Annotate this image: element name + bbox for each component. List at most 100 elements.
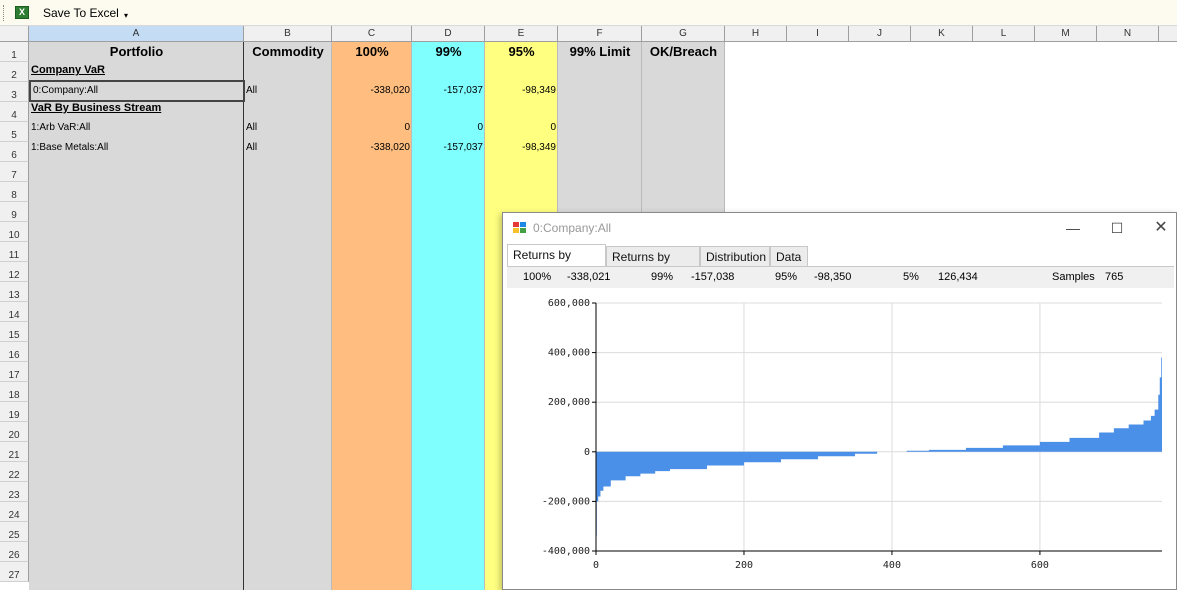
tab-distribution[interactable]: Distribution	[700, 246, 770, 267]
col-header-j[interactable]: J	[849, 26, 911, 42]
col-header-b[interactable]: B	[244, 26, 332, 42]
chevron-down-icon[interactable]: ▾	[124, 11, 128, 20]
header-commodity[interactable]: Commodity	[244, 42, 332, 62]
cell-c6[interactable]: -338,020	[332, 138, 412, 158]
row-header-8[interactable]: 8	[0, 182, 29, 202]
close-icon[interactable]: ✕	[1146, 217, 1176, 239]
minimize-icon[interactable]: —	[1058, 217, 1088, 239]
row-header-12[interactable]: 12	[0, 262, 29, 282]
cell-a6[interactable]: 1:Base Metals:All	[29, 138, 244, 158]
row-header-18[interactable]: 18	[0, 382, 29, 402]
window-title: 0:Company:All	[533, 221, 612, 235]
row-header-27[interactable]: 27	[0, 562, 29, 582]
col-header-m[interactable]: M	[1035, 26, 1097, 42]
header-99-limit[interactable]: 99% Limit	[558, 42, 642, 62]
row-header-15[interactable]: 15	[0, 322, 29, 342]
chart-window: 0:Company:All — ☐ ✕ Returns by Value Ret…	[502, 212, 1177, 590]
row-header-2[interactable]: 2	[0, 62, 29, 82]
stats-bar: 100% -338,021 99% -157,038 95% -98,350 5…	[507, 266, 1174, 288]
header-ok-breach[interactable]: OK/Breach	[642, 42, 725, 62]
cell-b6[interactable]: All	[244, 138, 332, 158]
stat-100-label: 100%	[523, 271, 552, 283]
cell-a5[interactable]: 1:Arb VaR:All	[29, 118, 244, 138]
stat-99-label: 99%	[651, 271, 674, 283]
row-header-26[interactable]: 26	[0, 542, 29, 562]
col-header-e[interactable]: E	[485, 26, 558, 42]
stat-99-value: -157,038	[691, 271, 735, 283]
section-company-var[interactable]: Company VaR	[29, 60, 244, 80]
tab-data[interactable]: Data	[770, 246, 808, 267]
cell-c5[interactable]: 0	[332, 118, 412, 138]
row-header-21[interactable]: 21	[0, 442, 29, 462]
row-header-17[interactable]: 17	[0, 362, 29, 382]
row-header-5[interactable]: 5	[0, 122, 29, 142]
col-header-f[interactable]: F	[558, 26, 642, 42]
corner-cell[interactable]	[0, 26, 29, 42]
col-header-g[interactable]: G	[642, 26, 725, 42]
row-header-6[interactable]: 6	[0, 142, 29, 162]
col-header-c[interactable]: C	[332, 26, 412, 42]
cell-d6[interactable]: -157,037	[412, 138, 485, 158]
x-tick-label: 200	[735, 560, 753, 571]
returns-chart-svg: -400,000 -200,000 0 200,000 400,000 600,000 0 2…	[542, 298, 1162, 571]
col-header-i[interactable]: I	[787, 26, 849, 42]
header-99[interactable]: 99%	[412, 42, 485, 62]
col-header-h[interactable]: H	[725, 26, 787, 42]
row-header-16[interactable]: 16	[0, 342, 29, 362]
row-header-3[interactable]: 3	[0, 82, 29, 102]
window-titlebar[interactable]: 0:Company:All — ☐ ✕	[503, 213, 1176, 243]
col-header-d[interactable]: D	[412, 26, 485, 42]
y-tick-label: -200,000	[542, 496, 590, 507]
header-100[interactable]: 100%	[332, 42, 412, 62]
row-header-13[interactable]: 13	[0, 282, 29, 302]
section-business-stream[interactable]: VaR By Business Stream	[29, 98, 244, 118]
tab-returns-by-value[interactable]: Returns by Value	[507, 244, 606, 282]
row-header-9[interactable]: 9	[0, 202, 29, 222]
col-header-k[interactable]: K	[911, 26, 973, 42]
cell-b5[interactable]: All	[244, 118, 332, 138]
cell-d5[interactable]: 0	[412, 118, 485, 138]
col-header-l[interactable]: L	[973, 26, 1035, 42]
header-portfolio[interactable]: Portfolio	[29, 42, 244, 62]
excel-icon[interactable]: X	[15, 6, 29, 19]
row-header-22[interactable]: 22	[0, 462, 29, 482]
cell-e6[interactable]: -98,349	[485, 138, 558, 158]
row-header-7[interactable]: 7	[0, 162, 29, 182]
stat-5-value: 126,434	[938, 271, 978, 283]
row-header-1[interactable]: 1	[0, 42, 29, 62]
y-tick-label: 200,000	[548, 397, 590, 408]
row-header-25[interactable]: 25	[0, 522, 29, 542]
row-header-11[interactable]: 11	[0, 242, 29, 262]
tab-returns-by-time[interactable]: Returns by Time	[606, 246, 700, 284]
y-tick-label: 600,000	[548, 298, 590, 309]
cell-c3[interactable]: -338,020	[332, 81, 412, 101]
row-header-23[interactable]: 23	[0, 482, 29, 502]
col-header-a[interactable]: A	[29, 26, 244, 42]
maximize-icon[interactable]: ☐	[1102, 217, 1132, 239]
app-icon	[513, 222, 526, 234]
returns-chart[interactable]: -400,000 -200,000 0 200,000 400,000 600,000 0 2…	[507, 288, 1174, 588]
y-tick-label: 400,000	[548, 348, 590, 359]
stat-100-value: -338,021	[567, 271, 611, 283]
save-to-excel-button[interactable]: Save To Excel	[40, 4, 122, 22]
col-header-n[interactable]: N	[1097, 26, 1159, 42]
row-header-4[interactable]: 4	[0, 102, 29, 122]
cell-b3[interactable]: All	[244, 81, 332, 101]
cell-d3[interactable]: -157,037	[412, 81, 485, 101]
row-header-24[interactable]: 24	[0, 502, 29, 522]
row-header-19[interactable]: 19	[0, 402, 29, 422]
row-header-10[interactable]: 10	[0, 222, 29, 242]
row-header-20[interactable]: 20	[0, 422, 29, 442]
stat-samples-label: Samples	[1052, 271, 1095, 283]
row-header-14[interactable]: 14	[0, 302, 29, 322]
y-tick-label: 0	[584, 447, 590, 458]
x-tick-label: 0	[593, 560, 599, 571]
cell-e3[interactable]: -98,349	[485, 81, 558, 101]
stat-95-value: -98,350	[814, 271, 852, 283]
toolbar-grip	[3, 5, 6, 21]
x-tick-label: 600	[1031, 560, 1049, 571]
col-header-overflow	[1159, 26, 1177, 42]
y-tick-label: -400,000	[542, 546, 590, 557]
header-95[interactable]: 95%	[485, 42, 558, 62]
cell-e5[interactable]: 0	[485, 118, 558, 138]
